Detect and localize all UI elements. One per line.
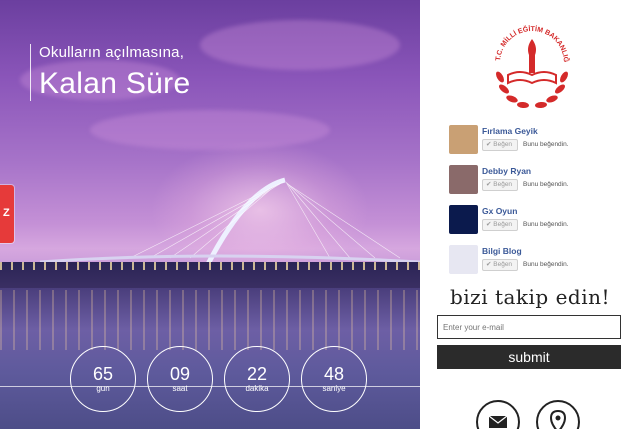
light-reflections (0, 290, 420, 350)
countdown-counters: 65 gun 09 saat 22 dakika 48 saniye (70, 346, 370, 426)
cloud (200, 20, 400, 70)
meb-logo: T.C. MİLLİ EĞİTİM BAKANLIĞI (486, 17, 571, 109)
like-button[interactable]: ✔ Beğen (482, 259, 518, 271)
countdown-heading: Okulların açılmasına, Kalan Süre (30, 44, 190, 101)
facebook-likes-feed: Fırlama Geyik ✔ Beğen Bunu beğendin. Deb… (449, 123, 629, 283)
counter-hours: 09 saat (147, 346, 213, 412)
side-tab[interactable]: Z (0, 185, 14, 243)
like-button[interactable]: ✔ Beğen (482, 139, 518, 151)
counter-value: 22 (246, 364, 268, 384)
follow-heading: bizi takip edin! (449, 285, 611, 309)
sidebar: T.C. MİLLİ EĞİTİM BAKANLIĞI Fı (420, 0, 640, 429)
list-item: Gx Oyun ✔ Beğen Bunu beğendin. (449, 203, 629, 243)
avatar[interactable] (449, 125, 478, 154)
counter-days: 65 gun (70, 346, 136, 412)
avatar[interactable] (449, 165, 478, 194)
page-name-link[interactable]: Bilgi Blog (482, 246, 522, 256)
like-status: Bunu beğendin. (523, 261, 569, 268)
countdown-title: Kalan Süre (39, 67, 191, 100)
counter-value: 48 (323, 364, 345, 384)
like-status: Bunu beğendin. (523, 181, 569, 188)
counter-seconds: 48 saniye (301, 346, 367, 412)
list-item: Bilgi Blog ✔ Beğen Bunu beğendin. (449, 243, 629, 283)
logo-text: T.C. MİLLİ EĞİTİM BAKANLIĞI (486, 17, 571, 63)
list-item: Fırlama Geyik ✔ Beğen Bunu beğendin. (449, 123, 629, 163)
counter-unit: dakika (245, 384, 269, 393)
page: Okulların açılmasına, Kalan Süre Z 65 gu… (0, 0, 640, 429)
submit-button[interactable]: submit (437, 345, 621, 369)
hero-banner: Okulların açılmasına, Kalan Süre Z 65 gu… (0, 0, 420, 429)
bridge-graphic (39, 177, 420, 270)
list-item: Debby Ryan ✔ Beğen Bunu beğendin. (449, 163, 629, 203)
countdown-subtitle: Okulların açılmasına, (39, 44, 185, 61)
counter-value: 09 (169, 364, 191, 384)
page-name-link[interactable]: Fırlama Geyik (482, 126, 538, 136)
envelope-icon[interactable] (476, 400, 520, 429)
city-lights (0, 262, 420, 270)
avatar[interactable] (449, 205, 478, 234)
avatar[interactable] (449, 245, 478, 274)
like-button[interactable]: ✔ Beğen (482, 219, 518, 231)
counter-unit: saat (172, 384, 188, 393)
counter-value: 65 (92, 364, 114, 384)
counter-minutes: 22 dakika (224, 346, 290, 412)
location-pin-icon[interactable] (536, 400, 580, 429)
z-mark-icon: Z (3, 207, 10, 219)
like-button[interactable]: ✔ Beğen (482, 179, 518, 191)
counter-unit: gun (96, 384, 110, 393)
counter-unit: saniye (322, 384, 346, 393)
email-input[interactable] (437, 315, 621, 339)
like-status: Bunu beğendin. (523, 221, 569, 228)
page-name-link[interactable]: Debby Ryan (482, 166, 531, 176)
page-name-link[interactable]: Gx Oyun (482, 206, 517, 216)
like-status: Bunu beğendin. (523, 141, 569, 148)
